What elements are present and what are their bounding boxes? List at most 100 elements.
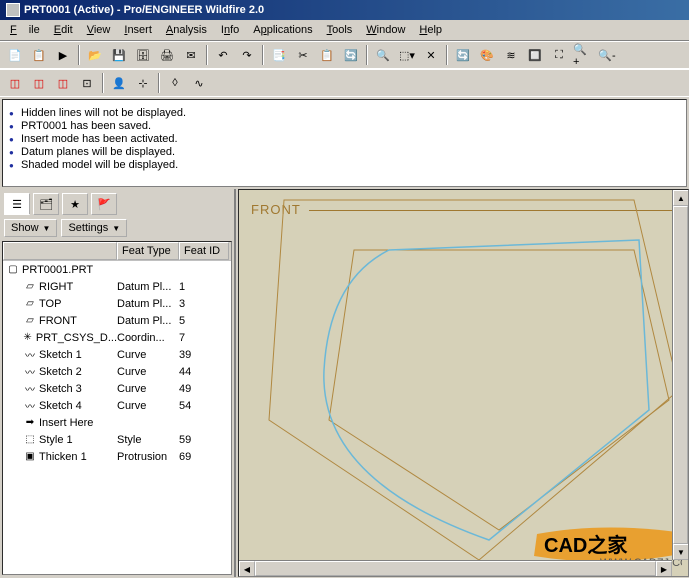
scroll-right-icon[interactable]: ▶	[656, 561, 672, 577]
tree-row[interactable]: ➡Insert Here	[3, 414, 231, 431]
copy-icon[interactable]: 📑	[268, 44, 290, 66]
point-icon[interactable]: ∿	[188, 72, 210, 94]
feature-id: 1	[179, 281, 229, 293]
tree-row[interactable]: ▱TOPDatum Pl...3	[3, 295, 231, 312]
scroll-left-icon[interactable]: ◀	[239, 561, 255, 577]
zoom-in-icon[interactable]: 🔍+	[572, 44, 594, 66]
tree-row[interactable]: 〰Sketch 3Curve49	[3, 380, 231, 397]
datum2-icon[interactable]: ◫	[28, 72, 50, 94]
tree-row[interactable]: ▱RIGHTDatum Pl...1	[3, 278, 231, 295]
new-icon[interactable]: 📄	[4, 44, 26, 66]
message-line: Insert mode has been activated.	[7, 133, 682, 145]
scrollbar-vertical[interactable]: ▲ ▼	[672, 190, 688, 560]
menu-analysis[interactable]: Analysis	[160, 22, 213, 38]
clear-icon[interactable]: ✕	[420, 44, 442, 66]
feature-icon: ▱	[24, 281, 36, 293]
tab-tree-icon[interactable]: ☰	[4, 193, 30, 215]
scroll-up-icon[interactable]: ▲	[673, 190, 689, 206]
zoom-out-icon[interactable]: 🔍-	[596, 44, 618, 66]
feature-name: Sketch 3	[39, 383, 82, 395]
menu-edit[interactable]: Edit	[48, 22, 79, 38]
menu-info[interactable]: Info	[215, 22, 245, 38]
datum3-icon[interactable]: ◫	[52, 72, 74, 94]
feature-type: Style	[117, 434, 179, 446]
tree-row[interactable]: ✳PRT_CSYS_D...Coordin...7	[3, 329, 231, 346]
tree-row[interactable]: ⬚Style 1Style59	[3, 431, 231, 448]
print-icon[interactable]: 🖨	[156, 44, 178, 66]
model-tree[interactable]: Feat Type Feat ID ▢PRT0001.PRT ▱RIGHTDat…	[2, 241, 232, 575]
view-mgr-icon[interactable]: 🔲	[524, 44, 546, 66]
separator	[366, 45, 368, 65]
spin-icon[interactable]: 🔄	[452, 44, 474, 66]
feature-icon: ✳	[22, 332, 33, 344]
cut-icon[interactable]: ✂	[292, 44, 314, 66]
tab-star-icon[interactable]: ★	[62, 193, 88, 215]
tab-flag-icon[interactable]: 🚩	[91, 193, 117, 215]
header-id[interactable]: Feat ID	[179, 242, 229, 260]
axis-icon[interactable]: 👤	[108, 72, 130, 94]
svg-text:CAD之家: CAD之家	[544, 533, 628, 557]
menu-insert[interactable]: Insert	[118, 22, 158, 38]
tree-row[interactable]: 〰Sketch 1Curve39	[3, 346, 231, 363]
header-type[interactable]: Feat Type	[117, 242, 179, 260]
feature-icon: ▱	[24, 315, 36, 327]
play-icon[interactable]: ▶	[52, 44, 74, 66]
plane-icon[interactable]: ◊	[164, 72, 186, 94]
scroll-thumb-v[interactable]	[673, 206, 688, 544]
feature-type: Protrusion	[117, 451, 179, 463]
scroll-down-icon[interactable]: ▼	[673, 544, 689, 560]
csys-icon[interactable]: ⊹	[132, 72, 154, 94]
layers-icon[interactable]: ≋	[500, 44, 522, 66]
repaint-icon[interactable]: 🎨	[476, 44, 498, 66]
feature-type: Curve	[117, 366, 179, 378]
feature-icon: ▣	[24, 451, 36, 463]
feature-icon: ▱	[24, 298, 36, 310]
datum1-icon[interactable]: ◫	[4, 72, 26, 94]
tree-row[interactable]: 〰Sketch 2Curve44	[3, 363, 231, 380]
menu-help[interactable]: Help	[413, 22, 448, 38]
feature-name: Insert Here	[39, 417, 93, 429]
menubar: File Edit View Insert Analysis Info Appl…	[0, 20, 689, 41]
scroll-thumb-h[interactable]	[255, 561, 656, 576]
tree-row[interactable]: ▱FRONTDatum Pl...5	[3, 312, 231, 329]
tree-tabs: ☰ 🗂 ★ 🚩	[0, 189, 234, 215]
save-copy-icon[interactable]: 🗄	[132, 44, 154, 66]
show-button[interactable]: Show	[4, 219, 57, 237]
redo-icon[interactable]: ↷	[236, 44, 258, 66]
datum4-icon[interactable]: ⊡	[76, 72, 98, 94]
feature-name: TOP	[39, 298, 61, 310]
regen-icon[interactable]: 🔄	[340, 44, 362, 66]
feature-id: 59	[179, 434, 229, 446]
mail-icon[interactable]: ✉	[180, 44, 202, 66]
menu-applications[interactable]: Applications	[247, 22, 318, 38]
tree-root[interactable]: ▢PRT0001.PRT	[3, 261, 231, 278]
scrollbar-horizontal[interactable]: ◀ ▶	[239, 560, 672, 576]
open-doc-icon[interactable]: 📋	[28, 44, 50, 66]
settings-button[interactable]: Settings	[61, 219, 127, 237]
save-icon[interactable]: 💾	[108, 44, 130, 66]
tree-row[interactable]: ▣Thicken 1Protrusion69	[3, 448, 231, 465]
menu-view[interactable]: View	[81, 22, 117, 38]
open-folder-icon[interactable]: 📂	[84, 44, 106, 66]
menu-tools[interactable]: Tools	[321, 22, 359, 38]
paste-icon[interactable]: 📋	[316, 44, 338, 66]
feature-id: 44	[179, 366, 229, 378]
feature-type: Datum Pl...	[117, 315, 179, 327]
tree-row[interactable]: 〰Sketch 4Curve54	[3, 397, 231, 414]
find-icon[interactable]: 🔍	[372, 44, 394, 66]
graphics-area[interactable]: FRONT CAD之家 WWW.CADZJ.COM ◀ ▶ ▲ ▼	[238, 189, 689, 577]
refit-icon[interactable]: ⛶	[548, 44, 570, 66]
window-title: PRT0001 (Active) - Pro/ENGINEER Wildfire…	[24, 4, 264, 16]
message-line: Datum planes will be displayed.	[7, 146, 682, 158]
tab-layers-icon[interactable]: 🗂	[33, 193, 59, 215]
separator	[206, 45, 208, 65]
header-name[interactable]	[3, 242, 117, 260]
select-icon[interactable]: ⬚▾	[396, 44, 418, 66]
menu-window[interactable]: Window	[360, 22, 411, 38]
menu-file[interactable]: File	[4, 22, 46, 38]
model-tree-panel: ☰ 🗂 ★ 🚩 Show Settings Feat Type Feat ID …	[0, 189, 236, 577]
undo-icon[interactable]: ↶	[212, 44, 234, 66]
feature-type: Coordin...	[117, 332, 179, 344]
feature-id: 39	[179, 349, 229, 361]
message-line: Shaded model will be displayed.	[7, 159, 682, 171]
